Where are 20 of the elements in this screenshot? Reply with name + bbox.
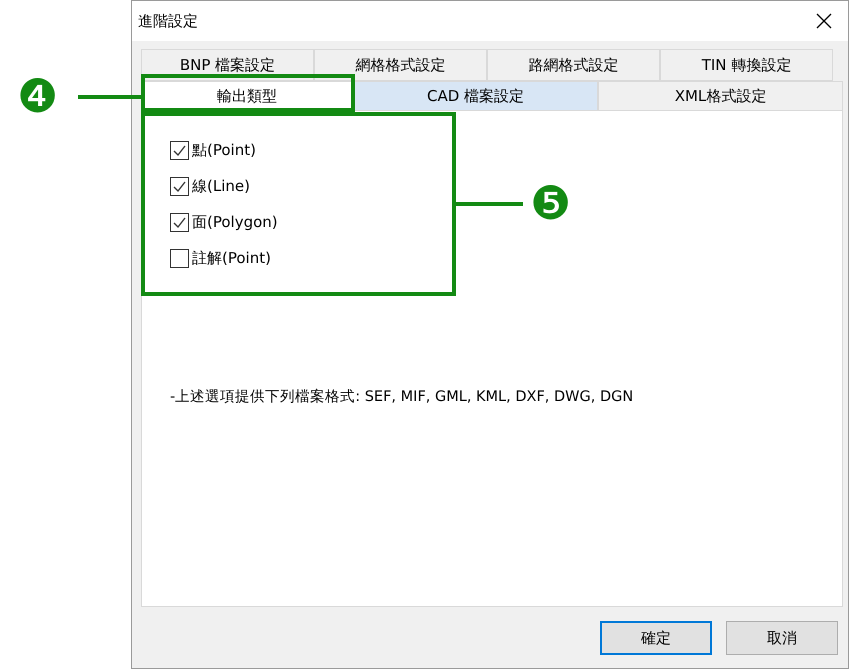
note-text: -上述選項提供下列檔案格式: SEF, MIF, GML, KML, DXF, DWG, DGN: [170, 388, 634, 406]
checkbox-label: 註解(Point): [192, 248, 271, 268]
tab[interactable]: XML格式設定: [598, 81, 843, 111]
checkbox-label: 面(Polygon): [192, 212, 278, 232]
tab[interactable]: TIN 轉換設定: [660, 49, 833, 81]
close-icon: [816, 13, 832, 29]
checkbox[interactable]: [170, 212, 189, 232]
checkbox[interactable]: [170, 140, 189, 160]
checkbox-label: 點(Point): [192, 140, 256, 160]
cancel-button[interactable]: 取消: [726, 621, 838, 655]
window-title: 進階設定: [138, 12, 198, 30]
checkbox-label: 線(Line): [192, 176, 250, 196]
checkbox[interactable]: [170, 176, 189, 196]
callout-number: ❹: [17, 73, 58, 119]
callout-number: ❺: [530, 180, 572, 226]
checkbox[interactable]: [170, 248, 189, 268]
tab[interactable]: 路網格式設定: [487, 49, 660, 81]
tab[interactable]: CAD 檔案設定: [353, 81, 598, 111]
tab[interactable]: 網格格式設定: [314, 49, 487, 81]
ok-button[interactable]: 確定: [600, 621, 712, 655]
